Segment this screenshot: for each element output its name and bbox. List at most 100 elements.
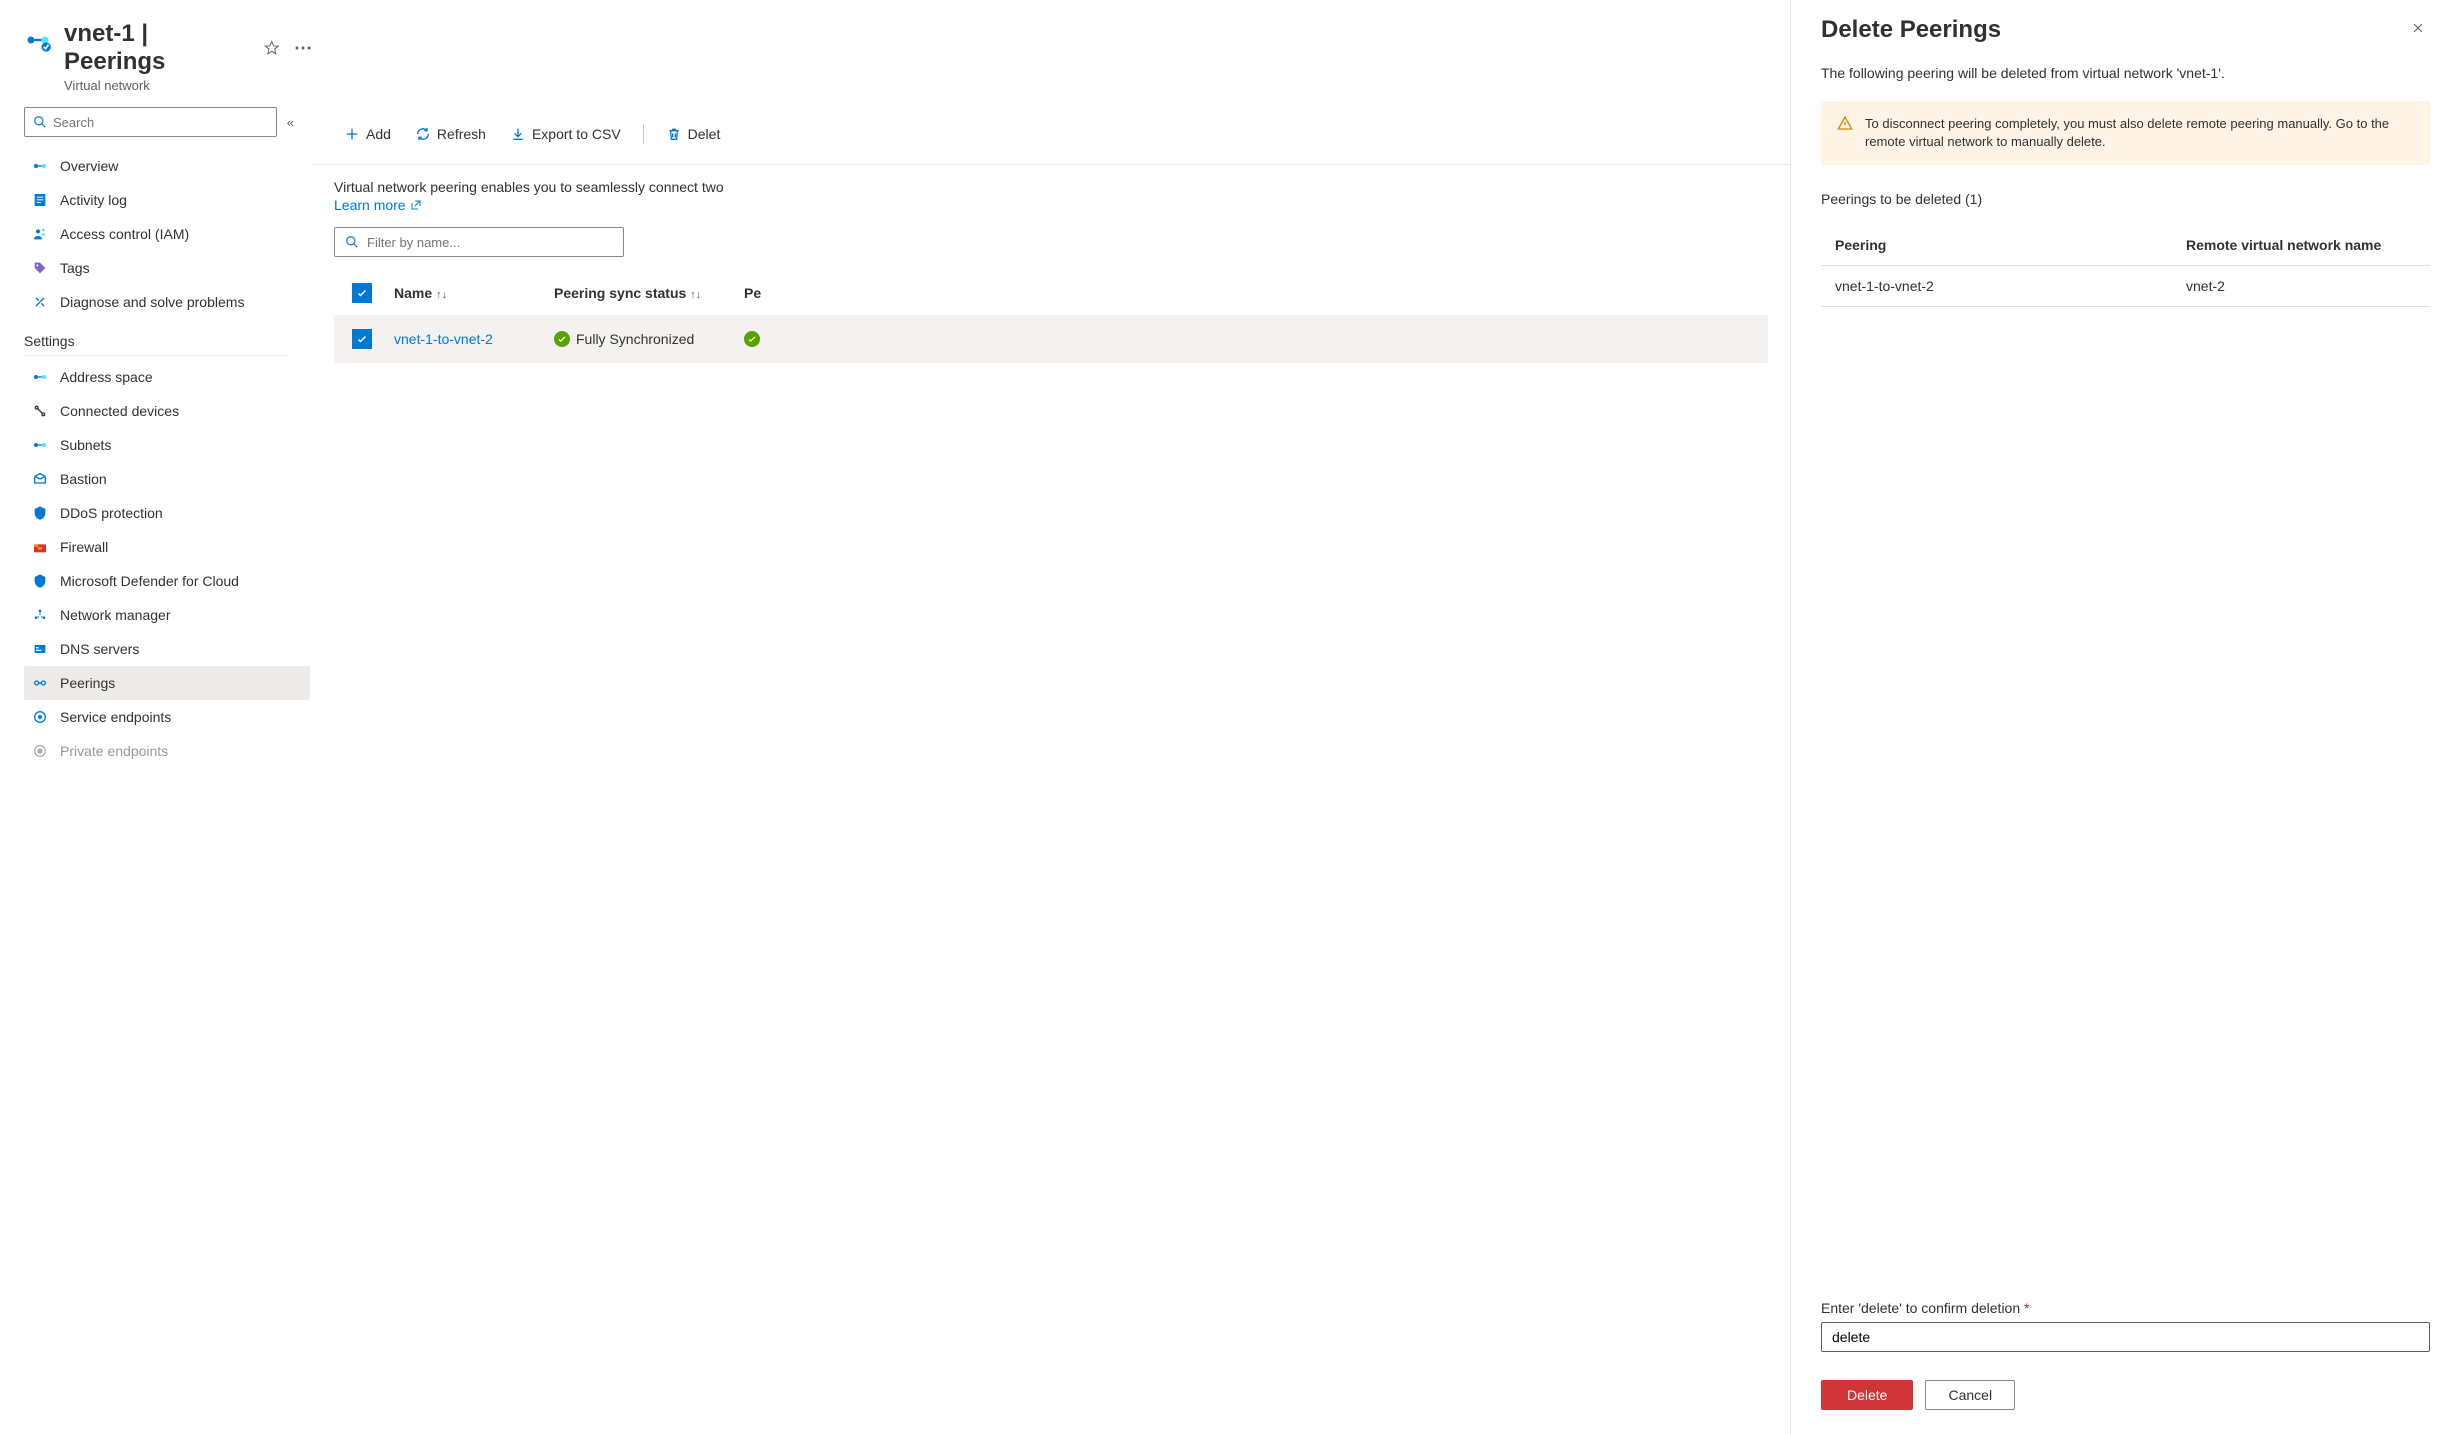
main-content: Add Refresh Export to CSV Delet Virtual … <box>312 0 1790 1434</box>
vnet-icon <box>24 26 52 54</box>
connected-devices-icon <box>32 403 48 419</box>
nav-address-space[interactable]: Address space <box>24 360 310 394</box>
nav-connected-devices[interactable]: Connected devices <box>24 394 310 428</box>
nav-firewall[interactable]: Firewall <box>24 530 310 564</box>
nav-label: Network manager <box>60 607 171 623</box>
collapse-sidebar-icon[interactable]: « <box>287 115 294 130</box>
nav-label: Microsoft Defender for Cloud <box>60 573 239 589</box>
plus-icon <box>344 126 360 142</box>
panel-title: Delete Peerings <box>1821 16 2001 44</box>
delete-button[interactable]: Delet <box>656 120 731 148</box>
nav-peerings[interactable]: Peerings <box>24 666 310 700</box>
private-endpoints-icon <box>32 743 48 759</box>
row-peering: vnet-1-to-vnet-2 <box>1835 278 2186 294</box>
confirm-delete-button[interactable]: Delete <box>1821 1380 1913 1410</box>
page-title: vnet-1 | Peerings <box>64 20 250 76</box>
nav-network-manager[interactable]: Network manager <box>24 598 310 632</box>
nav-defender[interactable]: Microsoft Defender for Cloud <box>24 564 310 598</box>
add-button[interactable]: Add <box>334 120 401 148</box>
nav-subnets[interactable]: Subnets <box>24 428 310 462</box>
resource-header: vnet-1 | Peerings ⋯ Virtual network <box>24 20 312 93</box>
nav-label: Bastion <box>60 471 107 487</box>
defender-icon <box>32 573 48 589</box>
nav-label: Peerings <box>60 675 115 691</box>
nav-label: Private endpoints <box>60 743 168 759</box>
resource-subtitle: Virtual network <box>64 78 312 93</box>
col-name-header[interactable]: Name↑↓ <box>394 285 554 301</box>
panel-table-row: vnet-1-to-vnet-2 vnet-2 <box>1821 266 2430 307</box>
confirm-input[interactable] <box>1821 1322 2430 1352</box>
nav-dns-servers[interactable]: DNS servers <box>24 632 310 666</box>
search-input[interactable] <box>53 115 268 130</box>
nav-label: Address space <box>60 369 153 385</box>
toolbar-label: Add <box>366 126 391 142</box>
export-button[interactable]: Export to CSV <box>500 120 631 148</box>
warning-icon <box>1837 115 1853 131</box>
peerings-icon <box>32 675 48 691</box>
select-all-checkbox[interactable] <box>352 283 372 303</box>
nav-label: DNS servers <box>60 641 139 657</box>
dns-icon <box>32 641 48 657</box>
col-peering-header: Peering <box>1835 237 2186 253</box>
col-label: Pe <box>744 285 761 301</box>
nav-label: Diagnose and solve problems <box>60 294 244 310</box>
toolbar-label: Export to CSV <box>532 126 621 142</box>
refresh-icon <box>415 126 431 142</box>
warning-text: To disconnect peering completely, you mu… <box>1865 115 2414 151</box>
row-checkbox[interactable] <box>352 329 372 349</box>
nav-service-endpoints[interactable]: Service endpoints <box>24 700 310 734</box>
subnets-icon <box>32 437 48 453</box>
nav-tags[interactable]: Tags <box>24 251 310 285</box>
favorite-icon[interactable] <box>264 40 280 56</box>
filter-input[interactable] <box>367 235 613 250</box>
address-space-icon <box>32 369 48 385</box>
download-icon <box>510 126 526 142</box>
filter-box[interactable] <box>334 227 624 257</box>
learn-more-link[interactable]: Learn more <box>334 197 422 213</box>
learn-more-label: Learn more <box>334 197 406 213</box>
nav-private-endpoints[interactable]: Private endpoints <box>24 734 310 768</box>
refresh-button[interactable]: Refresh <box>405 120 496 148</box>
peerings-table: Name↑↓ Peering sync status ↑↓ Pe vnet-1-t… <box>334 271 1768 363</box>
close-icon <box>2410 20 2426 36</box>
tags-icon <box>32 260 48 276</box>
diagnose-icon <box>32 294 48 310</box>
more-icon[interactable]: ⋯ <box>294 38 312 59</box>
nav-label: Subnets <box>60 437 111 453</box>
sort-icon: ↑↓ <box>436 289 447 301</box>
nav-activity-log[interactable]: Activity log <box>24 183 310 217</box>
sidebar: vnet-1 | Peerings ⋯ Virtual network « Ov… <box>0 0 312 1434</box>
access-control-icon <box>32 226 48 242</box>
col-remote-header: Remote virtual network name <box>2186 237 2416 253</box>
table-row[interactable]: vnet-1-to-vnet-2 Fully Synchronized <box>334 315 1768 363</box>
nav-ddos[interactable]: DDoS protection <box>24 496 310 530</box>
nav-label: Overview <box>60 158 118 174</box>
firewall-icon <box>32 539 48 555</box>
cancel-button[interactable]: Cancel <box>1925 1380 2015 1410</box>
row-remote: vnet-2 <box>2186 278 2416 294</box>
ddos-icon <box>32 505 48 521</box>
description-text: Virtual network peering enables you to s… <box>334 179 724 195</box>
peering-link[interactable]: vnet-1-to-vnet-2 <box>394 331 493 347</box>
sidebar-search[interactable] <box>24 107 277 137</box>
nav-access-control[interactable]: Access control (IAM) <box>24 217 310 251</box>
close-button[interactable] <box>2406 16 2430 45</box>
nav-label: DDoS protection <box>60 505 163 521</box>
trash-icon <box>666 126 682 142</box>
col-label: Peering sync status <box>554 285 686 301</box>
to-delete-label: Peerings to be deleted (1) <box>1821 191 2430 207</box>
external-link-icon <box>410 199 422 211</box>
nav-section-settings: Settings <box>24 319 288 356</box>
nav-diagnose[interactable]: Diagnose and solve problems <box>24 285 310 319</box>
toolbar-label: Refresh <box>437 126 486 142</box>
col-sync-header[interactable]: Peering sync status ↑↓ <box>554 285 744 301</box>
nav-overview[interactable]: Overview <box>24 149 310 183</box>
nav-label: Connected devices <box>60 403 179 419</box>
confirm-label: Enter 'delete' to confirm deletion * <box>1821 1300 2430 1316</box>
nav-bastion[interactable]: Bastion <box>24 462 310 496</box>
sort-icon: ↑↓ <box>690 289 701 301</box>
col-status-header[interactable]: Pe <box>744 285 804 301</box>
search-icon <box>345 235 359 249</box>
activity-log-icon <box>32 192 48 208</box>
panel-actions: Delete Cancel <box>1821 1380 2430 1410</box>
